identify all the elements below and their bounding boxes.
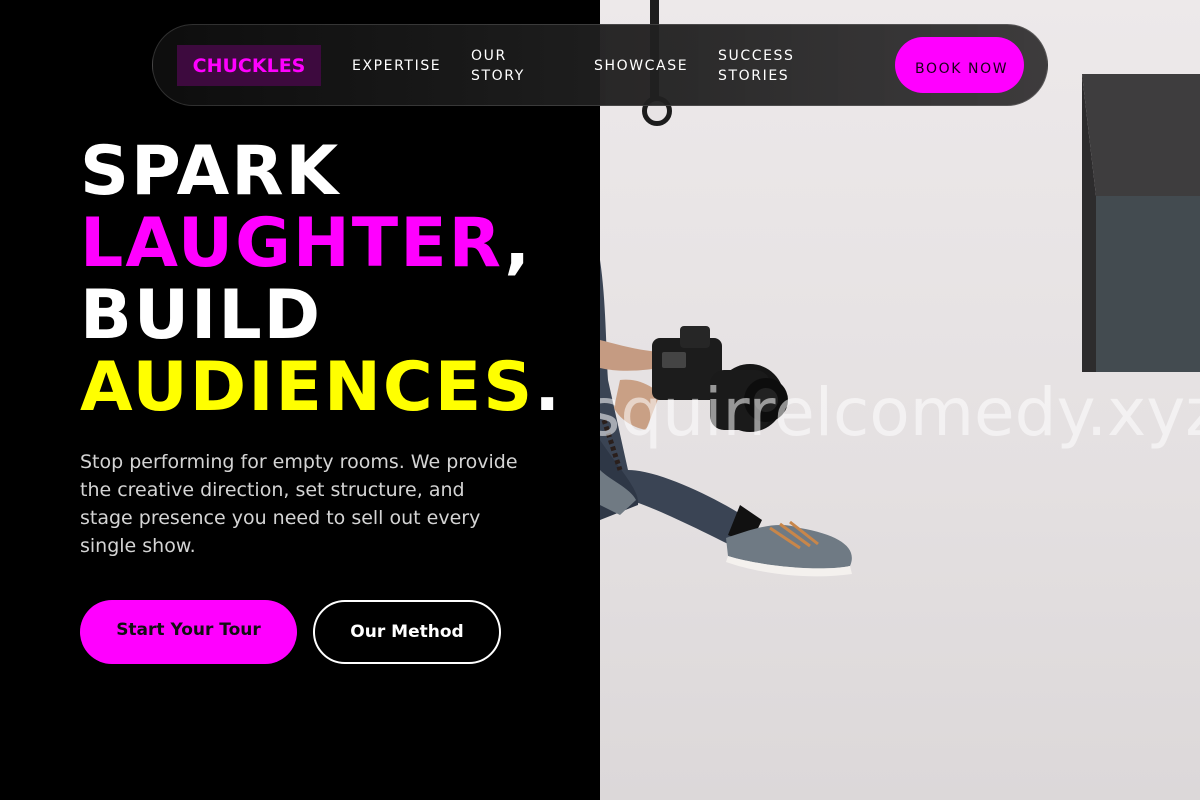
headline-period: . <box>534 348 563 427</box>
nav-link-success-stories[interactable]: SUCCESS STORIES <box>718 46 828 86</box>
headline-line-3: BUILD <box>80 276 323 355</box>
camera-screen <box>662 352 686 368</box>
book-now-button[interactable]: BOOK NOW <box>895 37 1024 93</box>
brand-logo[interactable]: CHUCKLES <box>177 45 321 86</box>
headline-highlight-audiences: AUDIENCES <box>80 348 535 427</box>
our-method-button[interactable]: Our Method <box>313 600 501 664</box>
nav-link-expertise[interactable]: EXPERTISE <box>352 56 441 76</box>
nav-link-showcase[interactable]: SHOWCASE <box>594 56 688 76</box>
hero-photo: squirrelcomedy.xyz <box>600 0 1200 800</box>
start-your-tour-button[interactable]: Start Your Tour <box>80 600 297 664</box>
watermark-text: squirrelcomedy.xyz <box>600 374 1200 451</box>
hero-headline: SPARK LAUGHTER, BUILD AUDIENCES. <box>80 136 600 424</box>
camera-top <box>680 326 710 348</box>
main-nav: CHUCKLES EXPERTISE OUR STORY SHOWCASE SU… <box>152 24 1048 106</box>
headline-highlight-laughter: LAUGHTER <box>80 204 505 283</box>
headline-line-2: LAUGHTER, <box>80 208 600 280</box>
nav-link-our-story[interactable]: OUR STORY <box>471 46 551 86</box>
headline-comma: , <box>504 204 533 283</box>
hero-subcopy: Stop performing for empty rooms. We prov… <box>80 451 518 557</box>
headline-line-4: AUDIENCES. <box>80 352 600 424</box>
box-top <box>1082 74 1200 196</box>
headline-line-1: SPARK <box>80 132 341 211</box>
box-front <box>1096 196 1200 372</box>
